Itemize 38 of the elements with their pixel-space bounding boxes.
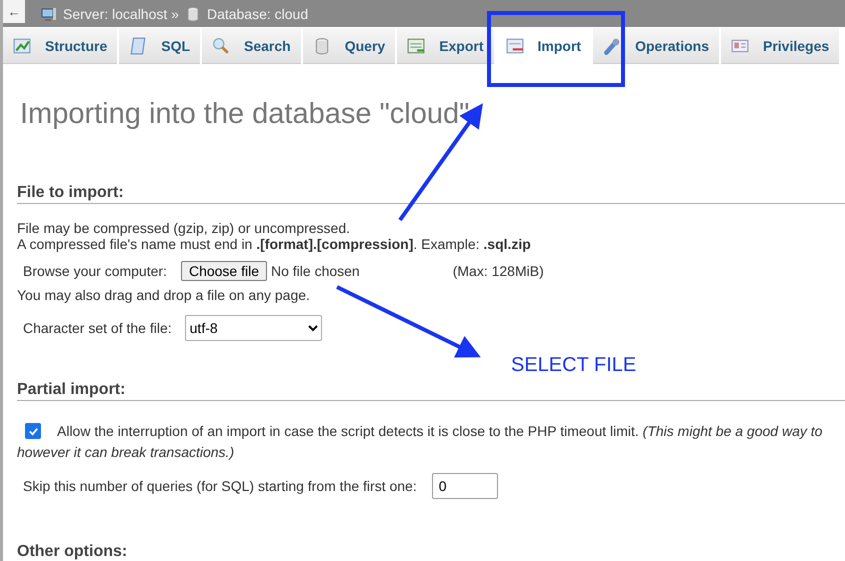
back-button[interactable]: ← [3, 0, 25, 23]
tab[interactable]: Operations [593, 28, 719, 64]
sql-icon [129, 36, 148, 54]
server-link[interactable]: Server: localhost » [63, 6, 179, 22]
database-icon [184, 6, 201, 22]
annotation-label: SELECT FILE [511, 354, 636, 377]
database-link[interactable]: Database: cloud [206, 6, 308, 22]
checkmark-icon [28, 426, 38, 436]
file-status: No file chosen [271, 263, 360, 279]
choose-file-button[interactable]: Choose file [180, 261, 267, 281]
tab[interactable]: SQL [119, 28, 200, 64]
browse-label: Browse your computer: [23, 263, 167, 279]
drag-drop-note: You may also drag and drop a file on any page. [17, 287, 311, 303]
skip-queries-field[interactable]: 0 [432, 473, 498, 499]
filename-note: A compressed file's name must end in .[format].[compression]. Example: .sql.zip [17, 236, 532, 252]
import-icon [506, 36, 524, 54]
tab[interactable]: Search [202, 28, 301, 64]
tab[interactable]: Privileges [721, 28, 840, 64]
structure-icon [13, 36, 31, 54]
section-heading: File to import: [17, 184, 845, 204]
server-icon [41, 6, 57, 22]
skip-queries-label: Skip this number of queries (for SQL) starting from the first one: [23, 478, 417, 494]
max-size: (Max: 128MiB) [452, 263, 544, 279]
operations-icon [603, 36, 622, 54]
tab[interactable]: Export [397, 28, 494, 64]
checkbox[interactable] [25, 423, 41, 439]
export-icon [407, 36, 426, 54]
section-heading: Other options: [17, 543, 845, 561]
interrupt-option-note: however it can break transactions.) [17, 444, 236, 460]
tab[interactable]: Query [302, 28, 396, 64]
charset-label: Character set of the file: [23, 320, 172, 336]
tab[interactable]: Structure [3, 28, 118, 64]
page-title: Importing into the database "cloud" [20, 98, 470, 131]
compression-note: File may be compressed (gzip, zip) or uncompressed. [17, 220, 352, 236]
search-icon [212, 36, 230, 54]
interrupt-option-text: Allow the interruption of an import in case the script detects it is close to the PHP timeout limit. (This might be a good way to [57, 423, 822, 439]
section-heading: Partial import: [17, 381, 845, 401]
charset-select[interactable]: utf-8 [184, 315, 322, 341]
